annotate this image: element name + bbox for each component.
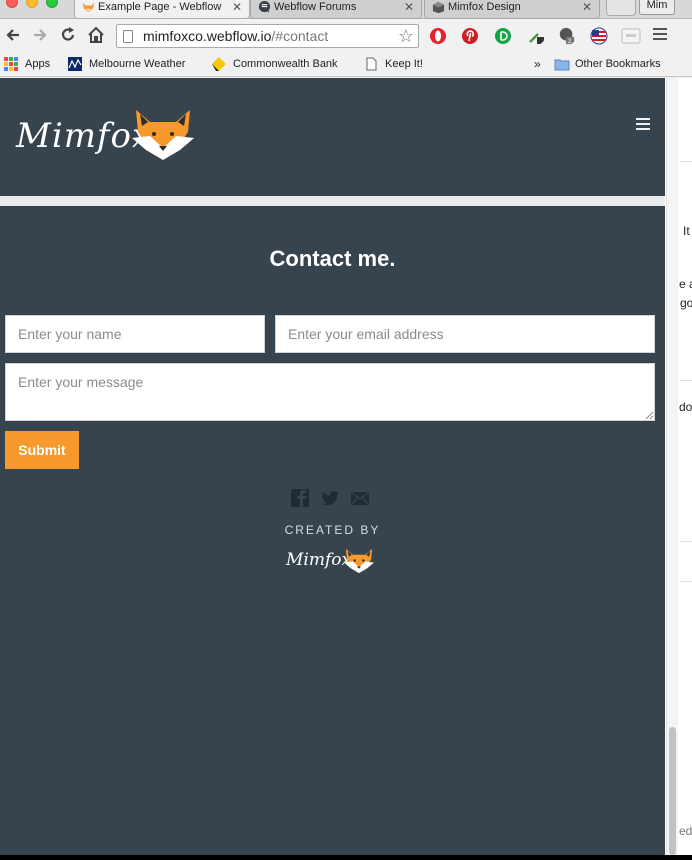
tab-close-icon[interactable]: ✕ bbox=[232, 0, 242, 15]
tab-title: Webflow Forums bbox=[274, 1, 357, 13]
bookmark-label: Melbourne Weather bbox=[89, 58, 186, 70]
site-header: Mimfox. bbox=[0, 78, 665, 196]
bookmarks-overflow-button[interactable]: » bbox=[534, 53, 541, 75]
bookmark-label: Keep It! bbox=[385, 58, 423, 70]
page-viewport: Mimfox. Contact me. Submit CREA bbox=[0, 78, 665, 855]
address-bar[interactable]: mimfoxco.webflow.io/#contact ☆ bbox=[116, 24, 419, 48]
created-by-label: CREATED BY bbox=[284, 523, 381, 537]
tab-title: Example Page - Webflow bbox=[98, 1, 222, 13]
tab-strip: Example Page - Webflow ✕ Webflow Forums … bbox=[0, 0, 692, 19]
background-text: go bbox=[680, 296, 692, 310]
tab-title: Mimfox Design bbox=[448, 1, 521, 13]
forum-favicon-icon bbox=[258, 1, 271, 14]
lastpass-extension-icon[interactable]: 2 bbox=[558, 27, 576, 45]
menu-bar bbox=[653, 38, 667, 40]
back-arrow-icon[interactable] bbox=[3, 25, 23, 45]
eyedropper-extension-icon[interactable] bbox=[527, 27, 545, 45]
bookmarks-bar: Apps Melbourne Weather Commonwealth Bank… bbox=[0, 53, 692, 77]
bank-diamond-icon bbox=[212, 57, 226, 71]
tab-example-page[interactable]: Example Page - Webflow ✕ bbox=[74, 0, 250, 19]
background-text: do bbox=[679, 400, 692, 414]
grammarly-extension-icon[interactable] bbox=[494, 27, 512, 45]
tab-close-icon[interactable]: ✕ bbox=[404, 0, 414, 15]
profile-button[interactable]: Mim bbox=[639, 0, 675, 15]
background-divider bbox=[680, 380, 692, 381]
menu-bar bbox=[636, 128, 650, 130]
page-doc-icon bbox=[366, 57, 377, 71]
background-text: It bbox=[683, 224, 690, 238]
weather-chart-icon bbox=[68, 57, 82, 71]
opera-extension-icon[interactable] bbox=[429, 27, 447, 45]
background-text: e a bbox=[679, 277, 692, 291]
background-divider bbox=[680, 581, 692, 582]
reload-icon[interactable] bbox=[58, 25, 78, 45]
bookmark-label: Apps bbox=[25, 58, 51, 70]
hamburger-menu-icon[interactable] bbox=[636, 118, 650, 130]
window-close-button[interactable] bbox=[6, 0, 18, 8]
menu-bar bbox=[653, 33, 667, 35]
tab-mimfox-design[interactable]: Mimfox Design ✕ bbox=[424, 0, 600, 19]
extension-badge: 2 bbox=[568, 38, 572, 45]
tab-close-icon[interactable]: ✕ bbox=[582, 0, 592, 15]
url-path: /#contact bbox=[271, 28, 329, 44]
fox-favicon-icon bbox=[82, 2, 95, 13]
bookmark-star-icon[interactable]: ☆ bbox=[398, 25, 414, 47]
menu-bar bbox=[636, 118, 650, 120]
bookmark-label: Other Bookmarks bbox=[575, 58, 661, 70]
page-icon bbox=[123, 30, 133, 43]
fox-logo-icon[interactable] bbox=[130, 108, 196, 162]
url-host: mimfoxco.webflow.io bbox=[143, 28, 272, 44]
box-favicon-icon bbox=[432, 1, 445, 14]
new-tab-button[interactable] bbox=[606, 0, 636, 16]
submit-button[interactable]: Submit bbox=[5, 431, 79, 469]
email-envelope-icon[interactable] bbox=[350, 488, 370, 508]
folder-icon bbox=[554, 59, 570, 71]
section-divider bbox=[0, 196, 665, 206]
window-bottom-edge bbox=[0, 855, 692, 860]
bookmark-label: Commonwealth Bank bbox=[233, 58, 338, 70]
twitter-icon[interactable] bbox=[320, 488, 340, 508]
email-input[interactable] bbox=[275, 315, 655, 353]
url-text[interactable]: mimfoxco.webflow.io/#contact bbox=[143, 28, 328, 44]
menu-bar bbox=[653, 28, 667, 30]
home-icon[interactable] bbox=[86, 25, 106, 45]
background-text: ed bbox=[679, 824, 692, 838]
pinterest-extension-icon[interactable] bbox=[461, 27, 479, 45]
apps-grid-icon bbox=[4, 57, 18, 71]
background-divider bbox=[680, 161, 692, 162]
card-extension-icon[interactable] bbox=[621, 28, 641, 44]
textarea-resize-icon[interactable] bbox=[644, 410, 654, 420]
background-divider bbox=[680, 541, 692, 542]
menu-bar bbox=[636, 123, 650, 125]
window-zoom-button[interactable] bbox=[46, 0, 58, 8]
forward-arrow-icon[interactable] bbox=[30, 25, 50, 45]
vpn-flag-extension-icon[interactable] bbox=[590, 27, 608, 45]
message-textarea[interactable] bbox=[5, 363, 655, 421]
facebook-icon[interactable] bbox=[290, 488, 310, 508]
tab-webflow-forums[interactable]: Webflow Forums ✕ bbox=[250, 0, 422, 19]
name-input[interactable] bbox=[5, 315, 265, 353]
chrome-menu-icon[interactable] bbox=[653, 28, 667, 42]
contact-heading: Contact me. bbox=[269, 246, 396, 271]
browser-toolbar: mimfoxco.webflow.io/#contact ☆ 2 bbox=[0, 19, 692, 53]
footer-fox-icon[interactable] bbox=[343, 547, 375, 575]
window-minimize-button[interactable] bbox=[26, 0, 38, 8]
page-scrollbar-thumb[interactable] bbox=[669, 727, 676, 855]
